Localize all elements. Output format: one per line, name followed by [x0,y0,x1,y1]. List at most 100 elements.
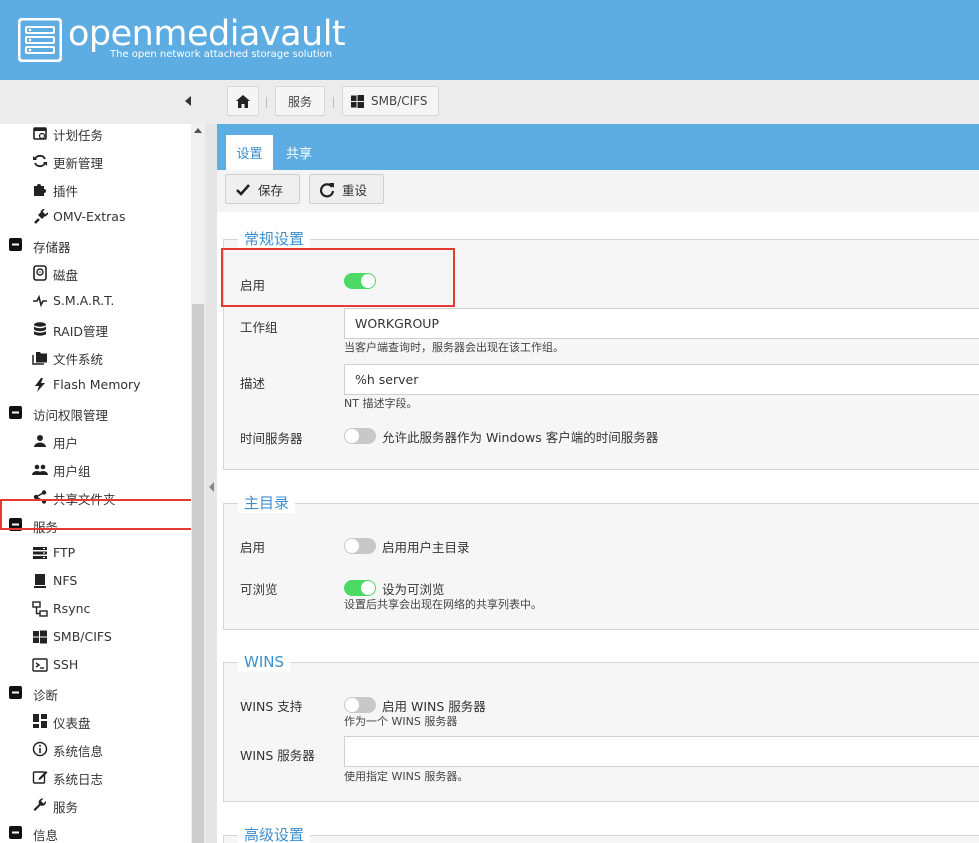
sidebar-item[interactable]: 用户组 [0,455,191,483]
advanced-fieldset: 高级设置 [223,825,979,843]
sidebar-item[interactable]: FTP [0,539,191,567]
advanced-legend: 高级设置 [238,825,311,843]
sidebar-item-label: 访问权限管理 [33,408,109,423]
minus-square-icon [9,238,22,251]
sidebar-item[interactable]: 系统信息 [0,735,191,763]
breadcrumb-current-label: SMB/CIFS [371,94,428,108]
sidebar-item[interactable]: 插件 [0,175,191,203]
sidebar-item[interactable]: Rsync [0,595,191,623]
sidebar-item[interactable]: 更新管理 [0,147,191,175]
sidebar-item[interactable]: 磁盘 [0,259,191,287]
calendar-icon [33,127,47,140]
save-button[interactable]: 保存 [225,174,300,204]
sidebar-item[interactable]: 访问权限管理 [0,399,191,427]
flash-icon [35,378,45,392]
homes-enable-toggle[interactable] [344,538,376,554]
save-button-label: 保存 [258,182,284,198]
reset-button-label: 重设 [342,182,368,198]
sidebar-item-label: 插件 [53,184,79,199]
sidebar-item-label: 信息 [33,828,59,843]
plug-icon [34,209,48,224]
sidebar-item[interactable]: 系统日志 [0,763,191,791]
sidebar-item[interactable]: 仪表盘 [0,707,191,735]
breadcrumb-smb-cifs[interactable]: SMB/CIFS [342,86,439,116]
sidebar-item[interactable]: OMV-Extras [0,203,191,231]
wins-fieldset: WINS WINS 支持 启用 WINS 服务器 作为一个 WINS 服务器 W… [223,652,979,802]
edit-icon [32,771,48,784]
sidebar-item[interactable]: RAID管理 [0,315,191,343]
breadcrumb: 服务 SMB/CIFS [207,80,979,124]
minus-square-icon [9,406,22,419]
sidebar-item[interactable]: NFS [0,567,191,595]
description-hint: NT 描述字段。 [344,397,418,410]
enable-highlight-box [221,248,455,307]
sidebar-item-label: OMV-Extras [53,209,126,224]
sidebar-item[interactable]: 用户 [0,427,191,455]
sidebar-item[interactable]: Flash Memory [0,371,191,399]
homes-legend: 主目录 [238,493,296,513]
browsable-label: 可浏览 [240,582,278,597]
collapse-arrow-icon[interactable] [209,482,214,492]
sidebar-item[interactable]: 文件系统 [0,343,191,371]
sidebar-item[interactable]: SMB/CIFS [0,623,191,651]
sidebar-item-label: RAID管理 [53,324,109,339]
scroll-up-arrow-icon[interactable] [194,128,202,133]
reset-button[interactable]: 重设 [309,174,384,204]
workgroup-label: 工作组 [240,320,278,335]
sidebar-item-label: 用户组 [53,464,91,479]
wins-support-toggle[interactable] [344,697,376,713]
sidebar-item[interactable]: SSH [0,651,191,679]
scrollbar-thumb[interactable] [192,304,204,843]
tab-shares[interactable]: 共享 [277,135,321,170]
brand-tagline: The open network attached storage soluti… [110,49,333,60]
sidebar-item-label: 计划任务 [53,128,104,143]
breadcrumb-home[interactable] [227,86,259,116]
refresh-icon [33,154,47,168]
sidebar-item-label: SSH [53,657,79,672]
workgroup-hint: 当客户端查询时，服务器会出现在该工作组。 [344,341,564,354]
sidebar-item[interactable]: 服务 [0,791,191,819]
sidebar-item-label: SMB/CIFS [53,629,112,644]
timeserver-text: 允许此服务器作为 Windows 客户端的时间服务器 [382,430,659,445]
breadcrumb-separator [266,97,267,108]
sidebar-item-label: 服务 [53,800,79,815]
sidebar-item-label: 磁盘 [53,268,79,283]
timeserver-label: 时间服务器 [240,431,303,446]
puzzle-icon [34,184,46,196]
sidebar-item[interactable]: 信息 [0,819,191,843]
check-icon [236,184,250,196]
sidebar-item-label: 系统信息 [53,744,104,759]
tab-settings[interactable]: 设置 [226,135,273,170]
sidebar-item[interactable]: 诊断 [0,679,191,707]
sidebar-item-label: FTP [53,545,76,560]
breadcrumb-separator [333,97,334,108]
browsable-toggle[interactable] [344,580,376,596]
description-input[interactable]: %h server [344,364,979,395]
general-settings-legend: 常规设置 [238,229,311,249]
sidebar-item[interactable]: 存储器 [0,231,191,259]
folders-icon [32,352,47,365]
description-label: 描述 [240,376,266,391]
workgroup-input[interactable]: WORKGROUP [344,308,979,339]
collapse-left-icon[interactable] [183,95,193,107]
tab-strip: 设置 共享 [217,124,979,170]
database-icon [34,322,46,336]
minus-square-icon [9,826,22,839]
homes-fieldset: 主目录 启用 启用用户主目录 可浏览 设为可浏览 设置后共享会出现在网络的共享列… [223,493,979,630]
monitor-icon [34,574,46,588]
home-icon [236,94,250,108]
dashboard-icon [33,714,47,728]
network-icon [32,601,48,617]
panel-splitter[interactable] [205,124,217,843]
sidebar-header [0,80,207,124]
wins-server-input[interactable] [344,736,979,767]
sidebar-item[interactable]: S.M.A.R.T. [0,287,191,315]
sidebar-scrollbar[interactable] [191,124,205,843]
sidebar-item-label: S.M.A.R.T. [53,293,115,308]
windows-icon [351,94,364,108]
timeserver-toggle[interactable] [344,428,376,444]
sidebar-item[interactable]: 计划任务 [0,124,191,147]
sidebar-nav: 计划任务更新管理插件 OMV-Extras 存储器磁盘 S.M.A.R.T. RAID管… [0,124,191,843]
breadcrumb-services[interactable]: 服务 [275,86,325,116]
sidebar-item-label: Rsync [53,601,91,616]
